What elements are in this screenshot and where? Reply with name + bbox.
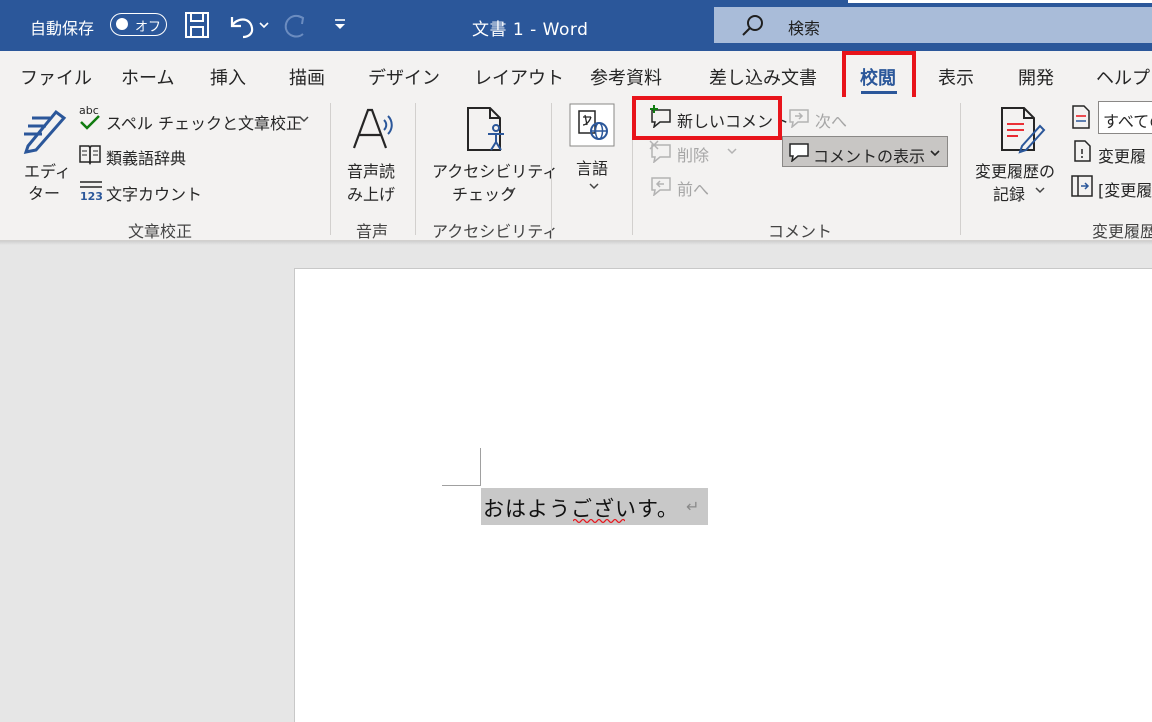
- display-for-review-select[interactable]: すべての: [1098, 101, 1152, 134]
- delete-comment-icon: [649, 140, 671, 163]
- read-aloud-icon[interactable]: [350, 104, 398, 152]
- tab-references[interactable]: 参考資料: [590, 64, 662, 90]
- spelling-check-icon: abc: [79, 104, 100, 130]
- tab-design[interactable]: デザイン: [368, 64, 440, 90]
- highlight-box-new-comment: [632, 96, 782, 140]
- show-comments-label: コメントの表示: [813, 147, 926, 166]
- paragraph-mark: ↵: [686, 497, 700, 516]
- thesaurus-icon: [79, 145, 101, 165]
- spelling-button[interactable]: スペル チェックと文章校正: [106, 110, 302, 134]
- toggle-knob: [116, 18, 128, 30]
- chevron-down-icon[interactable]: [505, 185, 517, 195]
- chevron-down-icon[interactable]: [726, 146, 738, 156]
- spelling-error-squiggle: [573, 518, 625, 524]
- autosave-state: オフ: [135, 20, 162, 35]
- next-comment-icon: [789, 109, 809, 128]
- thesaurus-button[interactable]: 類義語辞典: [106, 145, 186, 169]
- group-separator: [415, 103, 416, 235]
- margin-marker-vertical: [480, 448, 481, 485]
- search-box[interactable]: 検索: [714, 7, 1152, 43]
- group-label-accessibility: アクセシビリティ: [432, 222, 559, 241]
- chevron-down-icon: [930, 150, 940, 157]
- show-comments-button[interactable]: コメントの表示: [782, 136, 948, 167]
- reviewing-pane-icon: [1071, 175, 1093, 197]
- search-highlight-line: [848, 0, 1152, 3]
- chevron-down-icon[interactable]: [1034, 185, 1046, 195]
- chevron-down-icon[interactable]: [588, 181, 600, 191]
- document-page[interactable]: [294, 268, 1152, 722]
- language-button[interactable]: 言語: [576, 155, 608, 179]
- accessibility-check-icon[interactable]: [462, 104, 512, 154]
- previous-comment-icon: [651, 177, 671, 196]
- group-separator: [960, 103, 961, 235]
- autosave-toggle[interactable]: オフ: [110, 13, 167, 36]
- word-count-button[interactable]: 文字カウント: [106, 181, 202, 205]
- delete-comment-button[interactable]: 削除: [677, 142, 709, 166]
- track-changes-label-line2[interactable]: 記録: [993, 181, 1025, 205]
- show-markup-icon: [1074, 140, 1091, 162]
- redo-icon[interactable]: [281, 10, 311, 40]
- document-title: 文書 1 - Word: [472, 20, 589, 40]
- accessibility-label-line1[interactable]: アクセシビリティ: [432, 158, 558, 182]
- previous-comment-button[interactable]: 前へ: [677, 176, 709, 200]
- tab-view[interactable]: 表示: [938, 64, 974, 90]
- editor-label-line2[interactable]: ター: [28, 180, 60, 204]
- track-changes-label-line1[interactable]: 変更履歴の: [975, 158, 1055, 182]
- svg-text:abc: abc: [79, 104, 99, 117]
- search-icon: [742, 15, 763, 36]
- language-icon[interactable]: [569, 103, 615, 147]
- track-changes-icon[interactable]: [996, 104, 1046, 154]
- reviewing-pane-button[interactable]: [変更履: [1098, 177, 1152, 201]
- tab-developer[interactable]: 開発: [1018, 64, 1054, 90]
- group-label-proofing: 文章校正: [128, 222, 193, 241]
- tab-mailings[interactable]: 差し込み文書: [709, 64, 817, 90]
- editor-icon[interactable]: [18, 104, 68, 154]
- display-for-review-icon: [1072, 105, 1090, 129]
- show-markup-button[interactable]: 変更履: [1098, 143, 1146, 167]
- read-aloud-label-line1[interactable]: 音声読: [347, 158, 395, 182]
- group-separator: [330, 103, 331, 235]
- tab-file[interactable]: ファイル: [20, 64, 92, 90]
- tab-home[interactable]: ホーム: [121, 64, 174, 90]
- read-aloud-label-line2[interactable]: み上げ: [347, 181, 395, 205]
- undo-icon[interactable]: [226, 10, 270, 40]
- tab-layout[interactable]: レイアウト: [474, 64, 564, 90]
- group-label-speech: 音声: [356, 222, 389, 241]
- tab-draw[interactable]: 描画: [289, 64, 325, 90]
- customize-toolbar-icon[interactable]: [332, 10, 348, 40]
- group-label-tracking: 変更履歴: [1092, 222, 1152, 241]
- svg-text:123: 123: [80, 190, 103, 202]
- autosave-label: 自動保存: [30, 19, 95, 38]
- tab-insert[interactable]: 挿入: [210, 64, 246, 90]
- save-icon[interactable]: [183, 10, 211, 40]
- word-count-icon: 123: [80, 181, 103, 202]
- display-for-review-value: すべての: [1103, 112, 1152, 131]
- comment-icon: [789, 143, 809, 162]
- search-placeholder: 検索: [788, 19, 821, 38]
- group-separator: [551, 103, 552, 235]
- group-label-comments: コメント: [768, 222, 833, 241]
- tab-help[interactable]: ヘルプ: [1096, 64, 1150, 90]
- chevron-down-icon[interactable]: [298, 114, 310, 124]
- next-comment-button[interactable]: 次へ: [815, 108, 847, 132]
- editor-label-line1[interactable]: エディ: [24, 158, 71, 182]
- title-bar: 自動保存 オフ 文書 1 - Word 検索: [0, 0, 1152, 51]
- margin-marker-horizontal: [442, 485, 481, 486]
